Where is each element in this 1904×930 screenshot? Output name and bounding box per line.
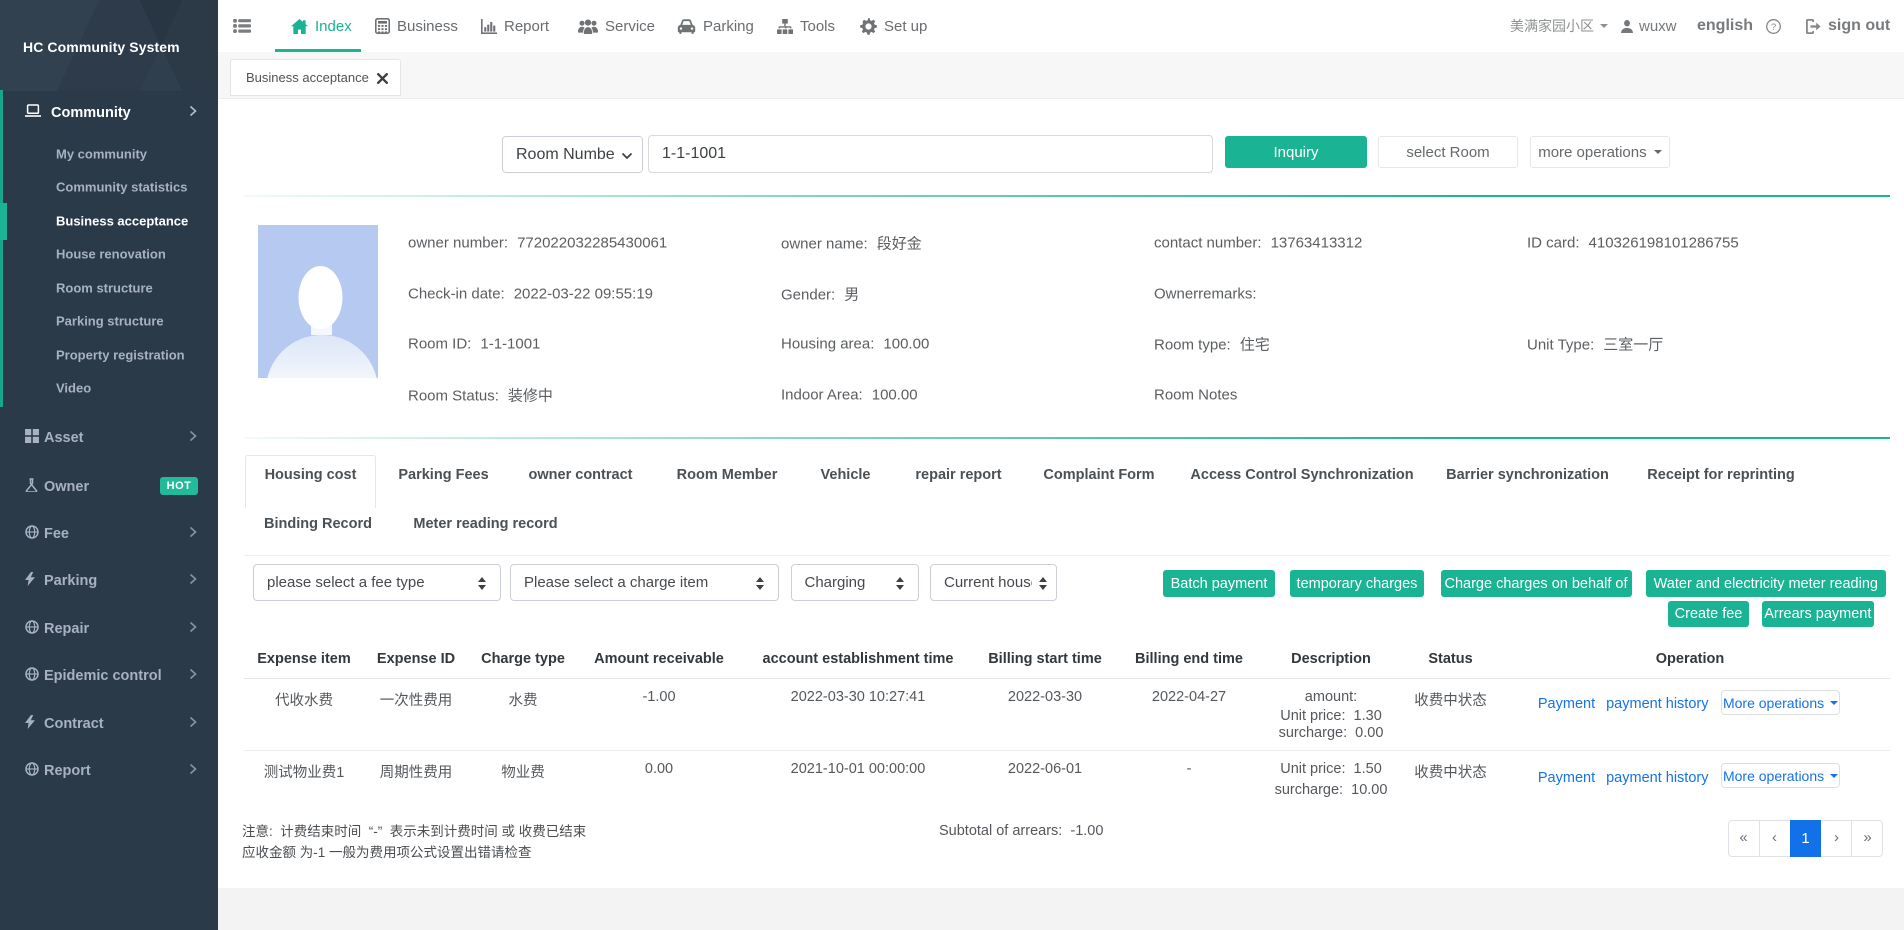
svg-text:?: ? (1771, 22, 1776, 33)
